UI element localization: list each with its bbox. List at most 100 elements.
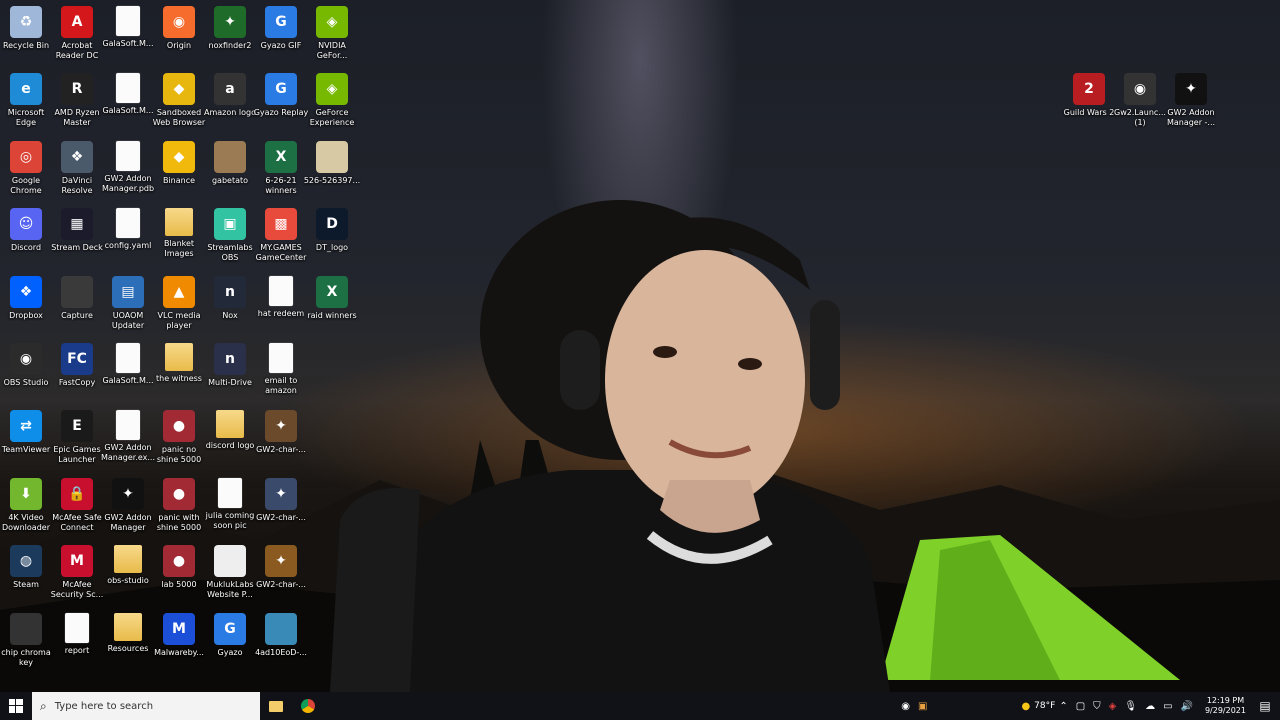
desktop-icon[interactable]: n Nox xyxy=(204,275,256,321)
file-explorer-taskbar-button[interactable] xyxy=(260,692,292,720)
discord-icon: ☺ xyxy=(10,208,42,241)
desktop-icon[interactable]: n Multi-Drive xyxy=(204,343,256,388)
image-icon xyxy=(214,545,246,578)
desktop-icon[interactable]: ▦ Stream Deck xyxy=(51,208,103,253)
file-icon xyxy=(269,343,293,373)
desktop-icon[interactable]: G Gyazo GIF xyxy=(255,6,307,51)
desktop-icon[interactable]: 2 Guild Wars 2 xyxy=(1063,73,1115,118)
desktop-icon[interactable]: chip chroma key xyxy=(0,612,52,668)
mygames-icon: ▩ xyxy=(265,208,297,241)
desktop-icon[interactable]: GalaSoft.M... xyxy=(102,343,154,386)
taskbar: ⌕ Type here to search ◉ ▣ ● 78°F ⌃ ▢ ⛉ ◈… xyxy=(0,692,1280,720)
notification-icon[interactable]: ▤ xyxy=(1254,699,1276,713)
uoaom-icon: ▤ xyxy=(112,275,144,308)
desktop-icon[interactable]: a Amazon logo xyxy=(204,73,256,118)
guild-wars-icon: 2 xyxy=(1073,73,1105,105)
desktop-icon[interactable]: gabetato xyxy=(204,140,256,186)
desktop-icon[interactable]: ✦ GW2 Addon Manager -... xyxy=(1165,73,1217,128)
desktop-icon[interactable]: GW2 Addon Manager.pdb xyxy=(101,140,155,194)
desktop-icon[interactable]: Resources xyxy=(102,612,154,654)
desktop-icon[interactable]: ◆ Binance xyxy=(153,140,205,186)
desktop-icon[interactable]: ✦ GW2 Addon Manager xyxy=(102,477,154,533)
desktop-icon[interactable]: ◆ Sandboxed Web Browser xyxy=(153,73,205,128)
display-icon[interactable]: ▢ xyxy=(1076,701,1085,712)
desktop-icon[interactable]: ● lab 5000 xyxy=(153,545,205,590)
gw2-addon-icon: ✦ xyxy=(112,477,144,510)
desktop-icon[interactable]: Xraid winners xyxy=(306,275,358,321)
desktop-icon[interactable]: GW2 Addon Manager.ex... xyxy=(101,410,155,463)
desktop-icon[interactable]: 526-526397... xyxy=(303,140,361,186)
desktop-icon[interactable]: ▤ UOAOM Updater xyxy=(102,275,154,331)
desktop-icon[interactable]: ❖ Dropbox xyxy=(0,275,52,321)
desktop-icon[interactable]: ● panic no shine 5000 xyxy=(153,410,205,465)
desktop-icon[interactable]: D DT_logo xyxy=(306,208,358,253)
desktop-icon[interactable]: ▣ Streamlabs OBS xyxy=(204,208,256,263)
desktop-icon[interactable]: email to amazon xyxy=(255,343,307,396)
volume-icon[interactable]: 🔊 xyxy=(1181,701,1193,712)
epic-icon: E xyxy=(61,410,93,443)
desktop-icon[interactable]: config.yaml xyxy=(102,208,154,251)
mcafee-tray-icon[interactable]: ◈ xyxy=(1109,701,1117,712)
desktop-icon[interactable]: ◎ Google Chrome xyxy=(0,140,52,196)
desktop-icon[interactable]: ◈ GeForce Experience xyxy=(306,73,358,128)
desktop-icon[interactable]: e Microsoft Edge xyxy=(0,73,52,128)
desktop-icon-label: GW2 Addon Manager.pdb xyxy=(101,173,155,193)
desktop-icon[interactable]: G Gyazo xyxy=(204,612,256,658)
desktop-icon[interactable]: ♻ Recycle Bin xyxy=(0,6,52,51)
desktop-icon[interactable]: X 6-26-21 winners xyxy=(255,140,307,196)
desktop-icon[interactable]: ▩ MY.GAMES GameCenter xyxy=(255,208,307,263)
desktop-icon[interactable]: hat redeem xyxy=(255,275,307,319)
taskbar-search-box[interactable]: ⌕ Type here to search xyxy=(32,692,260,720)
shield-icon[interactable]: ⛉ xyxy=(1093,701,1101,712)
desktop-icon[interactable]: ◉ Gw2.Launc... (1) xyxy=(1114,73,1166,128)
desktop-icon[interactable]: G Gyazo Replay xyxy=(254,73,308,118)
desktop-icon[interactable]: M McAfee Security Sc... xyxy=(51,545,103,600)
desktop-icon[interactable]: R AMD Ryzen Master xyxy=(51,73,103,128)
obs-tray-icon[interactable]: ◉ xyxy=(901,701,910,712)
desktop-icon[interactable]: ✦ GW2-char-... xyxy=(255,410,307,455)
microphone-icon[interactable]: 🎙 xyxy=(1124,701,1137,712)
image-icon xyxy=(316,140,348,173)
desktop-icon[interactable]: julia coming soon pic xyxy=(204,477,256,531)
desktop-icon[interactable]: ✦ noxfinder2 xyxy=(204,6,256,51)
desktop-icon[interactable]: 🔒 McAfee Safe Connect xyxy=(51,477,103,533)
chevron-up-icon[interactable]: ⌃ xyxy=(1059,701,1067,712)
desktop-icon[interactable]: ◍ Steam xyxy=(0,545,52,590)
desktop-icon[interactable]: ✦ GW2-char-... xyxy=(255,477,307,523)
app-tray-icon[interactable]: ▣ xyxy=(918,701,927,712)
weather-temp[interactable]: 78°F xyxy=(1034,701,1055,711)
desktop-icon[interactable]: GalaSoft.M... xyxy=(102,73,154,116)
desktop-icon-label: 526-526397... xyxy=(303,175,361,185)
desktop-icon[interactable]: GalaSoft.M... xyxy=(102,6,154,49)
desktop-icon[interactable]: ◉ Origin xyxy=(153,6,205,51)
weather-icon[interactable]: ● xyxy=(1021,701,1030,712)
clock[interactable]: 12:19 PM 9/29/2021 xyxy=(1205,696,1246,716)
desktop-icon[interactable]: FC FastCopy xyxy=(51,343,103,388)
desktop-icon[interactable]: the witness xyxy=(153,343,205,384)
desktop-icon[interactable]: ⬇ 4K Video Downloader xyxy=(0,477,52,533)
desktop-icon[interactable]: E Epic Games Launcher xyxy=(51,410,103,465)
desktop-icon[interactable]: report xyxy=(51,612,103,656)
desktop-icon[interactable]: ◉ OBS Studio xyxy=(0,343,52,388)
desktop-icon[interactable]: ⇄ TeamViewer xyxy=(0,410,52,455)
desktop-icon[interactable]: ✦ GW2-char-... xyxy=(255,545,307,590)
desktop-icon-label: FastCopy xyxy=(58,378,96,387)
desktop-icon[interactable]: ☺ Discord xyxy=(0,208,52,253)
desktop-icon[interactable]: 4ad10EoD-... xyxy=(255,612,307,658)
desktop-icon[interactable]: obs-studio xyxy=(102,545,154,586)
desktop-icon[interactable]: ❖ DaVinci Resolve xyxy=(51,140,103,196)
desktop-icon[interactable]: MuklukLabs Website P... xyxy=(204,545,256,600)
cloud-icon[interactable]: ☁ xyxy=(1145,701,1155,712)
start-button[interactable] xyxy=(0,692,32,720)
desktop-icon[interactable]: ▲ VLC media player xyxy=(153,275,205,331)
network-icon[interactable]: ▭ xyxy=(1163,701,1172,712)
desktop-icon[interactable]: ◈ NVIDIA GeFor... xyxy=(306,6,358,61)
desktop-icon[interactable]: ● panic with shine 5000 xyxy=(153,477,205,533)
desktop-icon[interactable]: Blanket Images xyxy=(153,208,205,259)
desktop-icon[interactable]: discord logo xyxy=(204,410,256,451)
chrome-taskbar-button[interactable] xyxy=(292,692,324,720)
desktop-icon[interactable]: A Acrobat Reader DC xyxy=(51,6,103,61)
clock-time: 12:19 PM xyxy=(1206,696,1245,705)
desktop-icon[interactable]: Capture xyxy=(51,275,103,321)
desktop-icon[interactable]: M Malwareby... xyxy=(153,612,205,658)
